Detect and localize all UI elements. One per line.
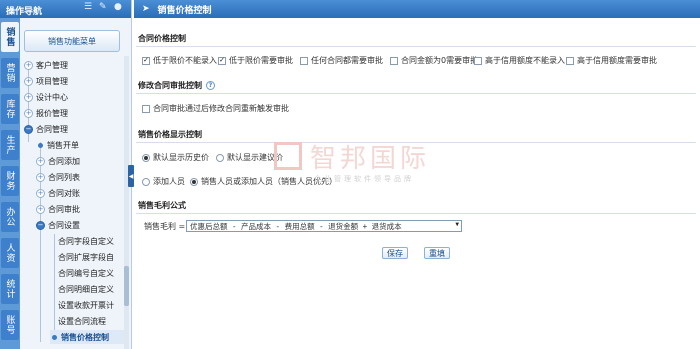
user-icon[interactable]: ● [114, 3, 123, 12]
checkbox[interactable] [142, 104, 150, 113]
tab-office[interactable]: 办公 [1, 202, 19, 232]
tab-inventory[interactable]: 库存 [1, 94, 19, 124]
scrollbar-thumb[interactable] [124, 266, 129, 306]
checkbox[interactable] [300, 56, 308, 65]
tree-item-customer[interactable]: + 客户管理 [24, 58, 68, 72]
tree-item-design[interactable]: + 设计中心 [24, 90, 68, 104]
option-zero-amount-approval[interactable]: 合同金额为0需要审批 [390, 55, 478, 66]
tools-icon[interactable]: ✎ [99, 3, 108, 12]
dropdown-arrow-icon: ▼ [455, 221, 459, 228]
radio-suggested-price[interactable]: 默认显示建议价 [216, 152, 283, 163]
option-below-limit-approval[interactable]: ✓ 低于限价需要审批 [218, 55, 293, 66]
list-view-icon[interactable]: ☰ [84, 3, 93, 12]
checkbox[interactable] [390, 56, 398, 65]
collapse-icon[interactable]: − [36, 220, 45, 230]
expand-icon[interactable]: + [36, 204, 45, 214]
tab-statistics[interactable]: 统计 [1, 274, 19, 304]
divider [136, 213, 696, 214]
option-below-limit-block[interactable]: ✓ 低于限价不能录入 [142, 55, 217, 66]
tree-item-price-control[interactable]: 销售价格控制 [50, 330, 126, 344]
main-panel: ➤ 销售价格控制 合同价格控制 ✓ 低于限价不能录入 ✓ 低于限价需要审批 任何合同… [134, 0, 700, 349]
page-header: ➤ 销售价格控制 [134, 0, 700, 18]
tree-item-contract-flow[interactable]: 设置合同流程 [58, 314, 106, 328]
vertical-tab-bar: 销售 营销 库存 生产 财务 办公 人资 统计 账号 [0, 18, 20, 349]
expand-icon[interactable]: + [24, 108, 33, 118]
section-title-contract-price: 合同价格控制 [138, 34, 186, 43]
tree-scrollbar[interactable] [124, 56, 129, 349]
tree-item-contract-settings[interactable]: − 合同设置 [36, 218, 80, 232]
nav-header: 操作导航 ☰ ✎ ● [0, 0, 131, 18]
tree-item-number-custom[interactable]: 合同编号自定义 [58, 266, 114, 280]
tab-marketing[interactable]: 营销 [1, 58, 19, 88]
tree-item-contract-reconcile[interactable]: + 合同对账 [36, 186, 80, 200]
tree-item-payment-plan[interactable]: 设置收款开票计 [58, 298, 114, 312]
help-icon[interactable]: ? [206, 81, 215, 90]
tree-item-project[interactable]: + 项目管理 [24, 74, 68, 88]
tree-item-quote[interactable]: + 报价管理 [24, 106, 68, 120]
tab-hr[interactable]: 人资 [1, 238, 19, 268]
tree-item-contract[interactable]: − 合同管理 [24, 122, 68, 136]
tree-item-field-custom[interactable]: 合同字段自定义 [58, 234, 114, 248]
expand-icon[interactable]: + [24, 76, 33, 86]
left-navigation: 操作导航 ☰ ✎ ● 销售 营销 库存 生产 财务 办公 人资 统计 账号 销售… [0, 0, 132, 349]
gross-margin-label: 销售毛利 = [144, 222, 186, 231]
tree-item-contract-list[interactable]: + 合同列表 [36, 170, 80, 184]
radio-history-price[interactable]: 默认显示历史价 [142, 152, 209, 163]
tab-sales[interactable]: 销售 [1, 22, 19, 52]
divider [136, 93, 696, 94]
expand-icon[interactable]: + [36, 156, 45, 166]
radio-selected[interactable] [190, 177, 198, 186]
nav-title: 操作导航 [6, 7, 43, 17]
save-button[interactable]: 保存 [382, 247, 408, 259]
section-title-approval-control: 修改合同审批控制? [138, 80, 215, 91]
tree-item-sales-order[interactable]: 销售开单 [36, 138, 79, 152]
expand-icon[interactable]: + [24, 92, 33, 102]
expand-icon[interactable]: + [36, 188, 45, 198]
checkbox[interactable] [566, 56, 574, 65]
tree-item-contract-add[interactable]: + 合同添加 [36, 154, 80, 168]
divider [136, 142, 696, 143]
checkbox[interactable] [474, 56, 482, 65]
section-title-gross-margin: 销售毛利公式 [138, 201, 186, 210]
checkbox-checked[interactable]: ✓ [218, 56, 226, 65]
divider [136, 46, 696, 47]
collapse-icon[interactable]: − [24, 124, 33, 134]
nav-tree: + 客户管理 + 项目管理 + 设计中心 + 报价管理 − 合同管理 销售开单 + 合同添加… [24, 56, 128, 349]
radio-added-by[interactable]: 添加人员 [142, 176, 185, 187]
tab-finance[interactable]: 财务 [1, 166, 19, 196]
bullet-icon [38, 142, 43, 148]
tab-account[interactable]: 账号 [1, 310, 19, 340]
bullet-icon [52, 334, 57, 340]
page-title: 销售价格控制 [157, 5, 212, 16]
radio-sales-or-added[interactable]: 销售人员或添加人员（销售人员优先） [190, 176, 337, 187]
option-all-approval[interactable]: 任何合同都需要审批 [300, 55, 383, 66]
option-over-credit-block[interactable]: 高于信用额度不能录入 [474, 55, 565, 66]
tree-item-detail-custom[interactable]: 合同明细自定义 [58, 282, 114, 296]
checkbox-checked[interactable]: ✓ [142, 56, 150, 65]
option-reapprove-on-edit[interactable]: 合同审批通过后修改合同重新触发审批 [142, 103, 289, 114]
watermark-name: 智邦国际 [310, 144, 431, 174]
radio[interactable] [216, 153, 224, 162]
expand-icon[interactable]: + [24, 60, 33, 70]
section-title-price-display: 销售价格显示控制 [138, 130, 202, 139]
sales-menu-button[interactable]: 销售功能菜单 [24, 30, 120, 52]
arrow-right-icon: ➤ [142, 4, 150, 14]
tree-item-contract-approval[interactable]: + 合同审批 [36, 202, 80, 216]
gross-margin-formula-select[interactable]: 优惠后总额 - 产品成本 - 费用总额 - 退货金额 + 退货成本 ▼ [186, 220, 462, 232]
tab-production[interactable]: 生产 [1, 130, 19, 160]
option-over-credit-approval[interactable]: 高于信用额度需要审批 [566, 55, 657, 66]
reset-button[interactable]: 重填 [424, 247, 450, 259]
tree-item-ext-field[interactable]: 合同扩展字段自 [58, 250, 114, 264]
watermark: 智邦国际 企业管理软件领导品牌 [274, 138, 474, 198]
radio-selected[interactable] [142, 153, 150, 162]
expand-icon[interactable]: + [36, 172, 45, 182]
radio[interactable] [142, 177, 150, 186]
